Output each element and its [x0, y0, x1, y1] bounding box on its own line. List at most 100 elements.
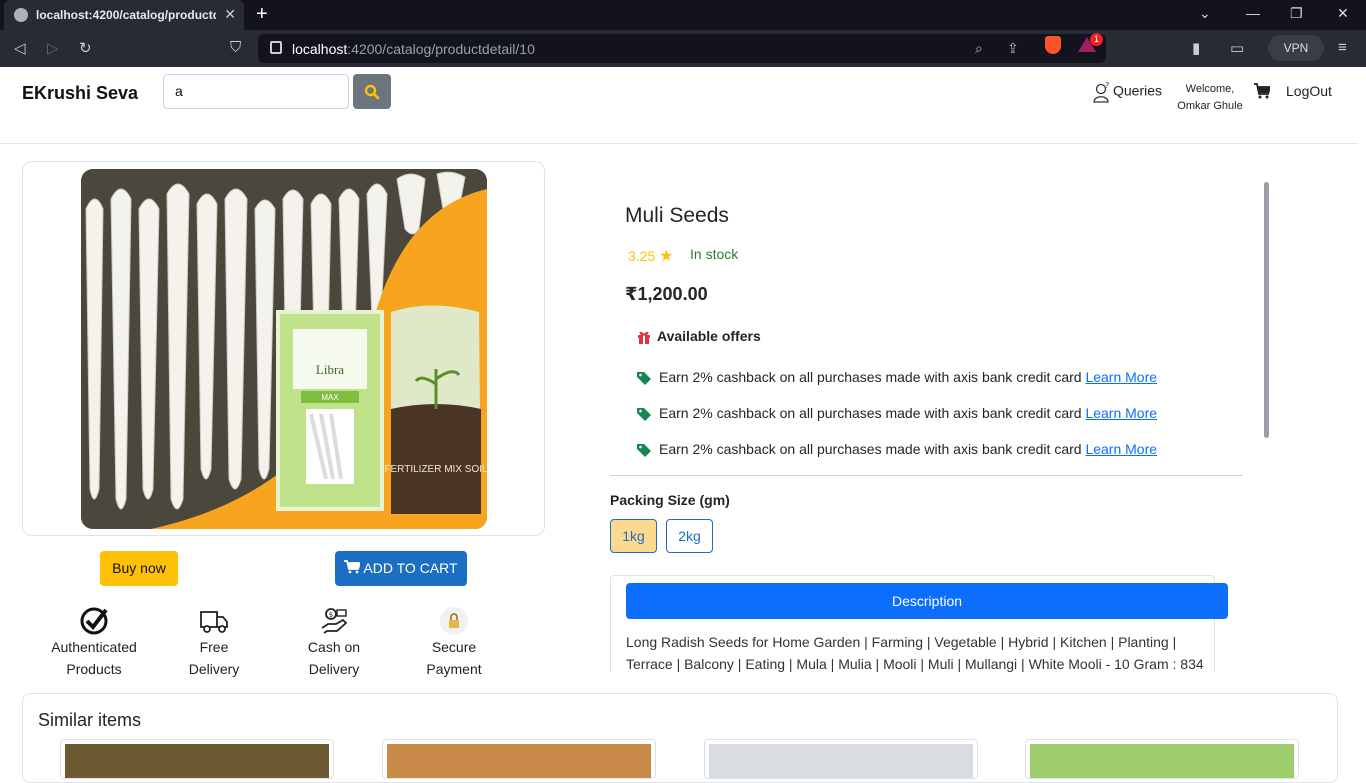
user-question-icon: ? [1093, 81, 1109, 103]
offer-text: Earn 2% cashback on all purchases made w… [659, 405, 1082, 421]
details-scrollbar[interactable] [1264, 182, 1269, 438]
divider [610, 475, 1243, 476]
offer-item: Earn 2% cashback on all purchases made w… [637, 369, 1157, 386]
bookmark-icon[interactable]: ⛉ [230, 39, 241, 56]
rewards-badge: 1 [1090, 33, 1103, 46]
feature-line: Delivery [188, 661, 240, 677]
minimize-icon[interactable]: — [1246, 5, 1260, 21]
site-header: EKrushi Seva a ? Queries Welcome, Omkar G… [0, 67, 1358, 144]
feature-line: Cash on [307, 639, 361, 655]
address-bar: ◁ ▷ ↻ ⛉ localhost:4200/catalog/productde… [0, 30, 1366, 67]
offer-item: Earn 2% cashback on all purchases made w… [637, 441, 1157, 458]
learn-more-link[interactable]: Learn More [1085, 441, 1157, 457]
browser-tab-bar: localhost:4200/catalog/productd ✕ + ⌄ — … [0, 0, 1366, 30]
forward-icon[interactable]: ▷ [47, 39, 59, 57]
menu-icon[interactable]: ≡ [1338, 39, 1347, 56]
svg-text:$: $ [329, 611, 333, 619]
product-rating: 3.25 ★ [628, 246, 673, 266]
bag-title-text: FERTILIZER MIX SOIL [384, 464, 487, 475]
learn-more-link[interactable]: Learn More [1085, 369, 1157, 385]
packing-size-heading: Packing Size (gm) [610, 492, 730, 508]
welcome-line: Welcome, [1185, 83, 1235, 95]
product-price: ₹1,200.00 [625, 284, 708, 304]
lock-icon [440, 607, 468, 635]
product-image[interactable]: Libra MAX FERTILIZER MIX SOIL [81, 169, 487, 529]
feature-secure-payment: Secure Payment [399, 606, 509, 680]
close-tab-icon[interactable]: ✕ [224, 6, 236, 23]
wallet-icon[interactable]: ▭ [1230, 39, 1244, 57]
search-input[interactable]: a [163, 74, 349, 109]
check-badge-icon [80, 607, 108, 635]
similar-item-image [1030, 744, 1294, 778]
product-photo: Libra MAX FERTILIZER MIX SOIL [81, 169, 487, 529]
close-window-icon[interactable]: ✕ [1337, 5, 1349, 22]
feature-line: Products [66, 661, 122, 677]
similar-item-image [65, 744, 329, 778]
queries-link[interactable]: ? Queries [1093, 81, 1162, 103]
size-option-1kg[interactable]: 1kg [610, 519, 657, 553]
site-info-icon[interactable] [270, 41, 282, 54]
tag-icon [637, 408, 651, 422]
feature-line: Authenticated [51, 639, 137, 655]
back-icon[interactable]: ◁ [14, 39, 26, 57]
cart-icon[interactable] [1254, 83, 1270, 99]
url-host: localhost [292, 41, 348, 57]
offer-text: Earn 2% cashback on all purchases made w… [659, 369, 1082, 385]
offers-heading-label: Available offers [657, 328, 761, 344]
learn-more-link[interactable]: Learn More [1085, 405, 1157, 421]
sidebar-icon[interactable]: ▮ [1192, 39, 1200, 57]
browser-tab[interactable]: localhost:4200/catalog/productd ✕ [4, 0, 244, 30]
similar-item-card[interactable] [60, 739, 334, 779]
offer-item: Earn 2% cashback on all purchases made w… [637, 405, 1157, 422]
tag-icon [637, 372, 651, 386]
buy-now-button[interactable]: Buy now [100, 551, 178, 586]
offers-heading: Available offers [637, 328, 761, 345]
similar-item-card[interactable] [1025, 739, 1299, 779]
tag-icon [637, 444, 651, 458]
add-to-cart-label: ADD TO CART [363, 560, 458, 576]
similar-items-section: Similar items [22, 693, 1338, 783]
share-icon[interactable]: ⇪ [1007, 40, 1019, 57]
stock-status: In stock [690, 246, 739, 262]
reload-icon[interactable]: ↻ [79, 39, 92, 57]
tab-title: localhost:4200/catalog/productd [36, 8, 216, 22]
logout-link[interactable]: LogOut [1286, 83, 1332, 99]
welcome-text: Welcome, Omkar Ghule [1172, 81, 1248, 115]
similar-item-card[interactable] [704, 739, 978, 779]
queries-label: Queries [1113, 82, 1163, 99]
pack-variety-text: MAX [321, 393, 339, 402]
brave-shield-icon[interactable] [1045, 36, 1061, 54]
description-text: Long Radish Seeds for Home Garden | Farm… [626, 634, 1204, 672]
brand-logo[interactable]: EKrushi Seva [22, 83, 138, 104]
feature-free-delivery: Free Delivery [159, 606, 269, 680]
feature-authenticated: Authenticated Products [39, 606, 149, 680]
gift-icon [638, 332, 650, 345]
new-tab-icon[interactable]: + [256, 3, 268, 26]
cash-hand-icon: $ [321, 608, 348, 634]
truck-icon [200, 611, 228, 633]
similar-item-card[interactable] [382, 739, 656, 779]
product-details-panel[interactable]: Muli Seeds 3.25 ★ In stock ₹1,200.00 Ava… [610, 182, 1270, 672]
rating-value: 3.25 [628, 248, 656, 264]
vpn-button[interactable]: VPN [1268, 35, 1324, 61]
restore-icon[interactable]: ❐ [1290, 5, 1303, 22]
pack-brand-text: Libra [316, 362, 344, 377]
similar-items-heading: Similar items [38, 710, 142, 730]
description-toggle-button[interactable]: Description [626, 583, 1228, 619]
feature-line: Secure [431, 639, 477, 655]
feature-line: Payment [426, 661, 482, 677]
size-option-2kg[interactable]: 2kg [666, 519, 713, 553]
zoom-icon[interactable]: ⌕ [975, 40, 983, 57]
user-name: Omkar Ghule [1177, 100, 1243, 112]
product-name: Muli Seeds [625, 204, 729, 227]
star-icon: ★ [659, 248, 674, 265]
globe-icon [14, 8, 28, 22]
add-to-cart-button[interactable]: ADD TO CART [335, 551, 467, 586]
search-button[interactable] [353, 74, 391, 109]
feature-line: Delivery [308, 661, 360, 677]
svg-text:?: ? [1105, 81, 1109, 90]
tab-list-icon[interactable]: ⌄ [1199, 5, 1211, 22]
url-field[interactable]: localhost:4200/catalog/productdetail/10 … [258, 34, 1106, 63]
url-path: :4200/catalog/productdetail/10 [347, 41, 535, 57]
cart-icon [344, 560, 362, 574]
